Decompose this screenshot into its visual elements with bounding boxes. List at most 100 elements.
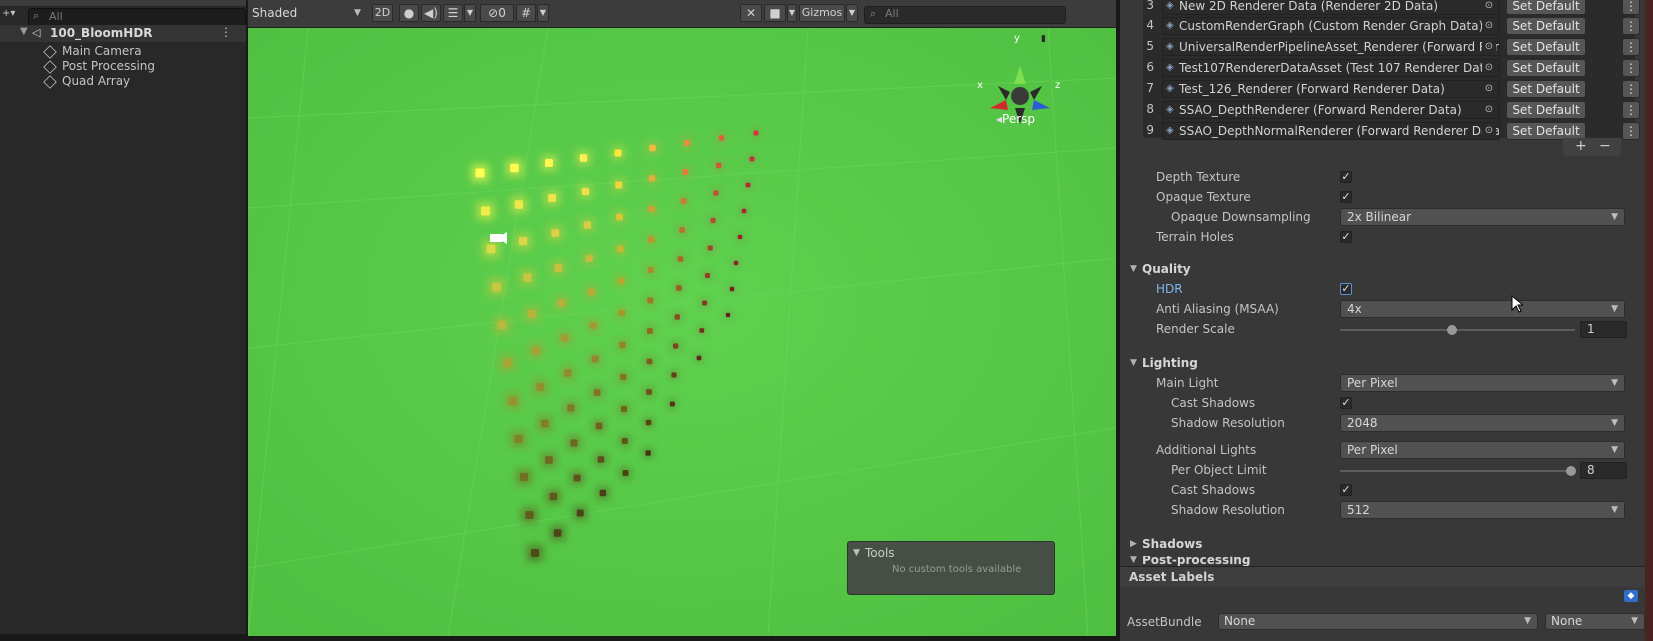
quad (576, 509, 584, 517)
quality-section-header[interactable]: Quality (1142, 262, 1191, 276)
main-cast-shadows-checkbox[interactable]: ✓ (1340, 397, 1352, 409)
renderer-menu-icon[interactable]: ⋮ (1622, 122, 1640, 140)
additional-lights-dropdown[interactable]: Per Pixel ▼ (1340, 441, 1625, 459)
asset-bundle-dropdown[interactable]: None ▼ (1218, 613, 1538, 630)
collapse-arrow-icon[interactable]: ▼ (853, 548, 860, 558)
additional-cast-shadows-checkbox[interactable]: ✓ (1340, 484, 1352, 496)
lighting-section-header[interactable]: Lighting (1142, 356, 1198, 370)
asset-variant-dropdown[interactable]: None ▼ (1545, 613, 1645, 630)
per-object-limit-field[interactable]: 8 (1580, 462, 1627, 479)
renderer-menu-icon[interactable]: ⋮ (1622, 59, 1640, 77)
tools-toggle-icon[interactable]: ✕ (740, 4, 762, 22)
main-light-dropdown[interactable]: Per Pixel ▼ (1340, 374, 1625, 392)
set-default-button[interactable]: Set Default (1506, 38, 1586, 56)
renderer-menu-icon[interactable]: ⋮ (1622, 17, 1640, 35)
scene-viewport[interactable]: y x z ▮ ◂Persp ▼ Tools No custom tools a… (248, 28, 1116, 636)
depth-texture-checkbox[interactable]: ✓ (1340, 171, 1352, 183)
hierarchy-item-label: Main Camera (62, 44, 142, 58)
per-object-limit-slider-knob[interactable] (1566, 466, 1576, 476)
renderer-menu-icon[interactable]: ⋮ (1622, 80, 1640, 98)
renderer-list-item[interactable]: 6 ◈ Test107RendererDataAsset (Test 107 Ren… (1142, 58, 1640, 77)
renderer-object-field[interactable]: ◈ CustomRenderGraph (Custom Render Graph … (1162, 17, 1500, 35)
set-default-button[interactable]: Set Default (1506, 101, 1586, 119)
renderer-list-item[interactable]: 5 ◈ UniversalRenderPipelineAsset_Renderer … (1142, 37, 1640, 56)
grid-dropdown-icon[interactable]: ▼ (537, 4, 549, 22)
object-picker-icon[interactable]: ⊙ (1482, 123, 1496, 139)
renderer-list-item[interactable]: 3 ◈ New 2D Renderer Data (Renderer 2D Data… (1142, 0, 1640, 15)
expand-arrow-icon[interactable]: ▼ (20, 26, 28, 37)
object-picker-icon[interactable]: ⊙ (1482, 81, 1496, 97)
opaque-downsampling-dropdown[interactable]: 2x Bilinear ▼ (1340, 208, 1625, 226)
hierarchy-item-post-processing[interactable]: Post Processing (43, 58, 155, 74)
render-scale-slider[interactable] (1340, 329, 1575, 331)
render-scale-slider-knob[interactable] (1447, 325, 1457, 335)
renderer-object-field[interactable]: ◈ UniversalRenderPipelineAsset_Renderer (… (1162, 38, 1500, 56)
effects-dropdown-icon[interactable]: ▼ (464, 4, 476, 22)
lighting-expand-icon[interactable]: ▼ (1130, 358, 1137, 368)
object-picker-icon[interactable]: ⊙ (1482, 60, 1496, 76)
object-picker-icon[interactable]: ⊙ (1482, 18, 1496, 34)
renderer-object-field[interactable]: ◈ SSAO_DepthNormalRenderer (Forward Rende… (1162, 122, 1500, 140)
renderer-index: 3 (1146, 0, 1154, 12)
renderer-menu-icon[interactable]: ⋮ (1622, 0, 1640, 15)
tools-overlay[interactable]: ▼ Tools No custom tools available (847, 541, 1055, 595)
main-shadow-resolution-dropdown[interactable]: 2048 ▼ (1340, 414, 1625, 432)
per-object-limit-slider[interactable] (1340, 470, 1575, 472)
scene-search-input[interactable]: ⌕ All (864, 6, 1066, 24)
hidden-objects-toggle[interactable]: ⊘0 (480, 4, 514, 22)
object-picker-icon[interactable]: ⊙ (1482, 102, 1496, 118)
renderer-list-item[interactable]: 8 ◈ SSAO_DepthRenderer (Forward Renderer D… (1142, 100, 1640, 119)
lock-icon[interactable]: ▮ (1041, 34, 1046, 44)
draw-mode-dropdown[interactable]: Shaded ▼ (248, 4, 367, 22)
renderer-object-field[interactable]: ◈ New 2D Renderer Data (Renderer 2D Data)… (1162, 0, 1500, 15)
gizmos-button[interactable]: Gizmos (799, 4, 845, 22)
renderer-menu-icon[interactable]: ⋮ (1622, 38, 1640, 56)
renderer-list-item[interactable]: 4 ◈ CustomRenderGraph (Custom Render Graph… (1142, 16, 1640, 35)
add-dropdown-icon[interactable]: +▾ (2, 8, 15, 19)
renderer-object-field[interactable]: ◈ Test107RendererDataAsset (Test 107 Rend… (1162, 59, 1500, 77)
set-default-button[interactable]: Set Default (1506, 0, 1586, 15)
post-processing-expand-icon[interactable]: ▼ (1130, 556, 1137, 565)
toggle-2d-button[interactable]: 2D (372, 4, 393, 22)
audio-toggle-icon[interactable]: ◀) (421, 4, 441, 22)
shadows-section-header[interactable]: Shadows (1142, 537, 1202, 551)
renderer-object-field[interactable]: ◈ Test_126_Renderer (Forward Renderer Dat… (1162, 80, 1500, 98)
tools-empty-message: No custom tools available (892, 564, 1022, 575)
renderer-name: Test107RendererDataAsset (Test 107 Rende… (1179, 61, 1497, 75)
hdr-checkbox[interactable]: ✓ (1340, 283, 1352, 295)
renderer-menu-icon[interactable]: ⋮ (1622, 101, 1640, 119)
set-default-button[interactable]: Set Default (1506, 17, 1586, 35)
quad (648, 175, 656, 182)
shadows-expand-icon[interactable]: ▶ (1130, 539, 1137, 549)
add-renderer-button[interactable]: + (1575, 138, 1587, 154)
renderer-list-item[interactable]: 7 ◈ Test_126_Renderer (Forward Renderer Da… (1142, 79, 1640, 98)
gizmos-dropdown-icon[interactable]: ▼ (846, 4, 858, 22)
terrain-holes-checkbox[interactable]: ✓ (1340, 231, 1352, 243)
hierarchy-search-input[interactable]: ⌕ All (28, 8, 246, 26)
set-default-button[interactable]: Set Default (1506, 80, 1586, 98)
additional-shadow-resolution-dropdown[interactable]: 512 ▼ (1340, 501, 1625, 519)
post-processing-section-header[interactable]: Post-processing (1142, 556, 1250, 566)
scene-menu-icon[interactable]: ⋮ (220, 25, 232, 39)
camera-dropdown-icon[interactable]: ▼ (787, 4, 797, 22)
object-picker-icon[interactable]: ⊙ (1482, 39, 1496, 55)
chevron-down-icon: ▼ (1611, 378, 1618, 388)
renderer-list-item[interactable]: 9 ◈ SSAO_DepthNormalRenderer (Forward Rend… (1142, 121, 1640, 140)
opaque-texture-checkbox[interactable]: ✓ (1340, 191, 1352, 203)
label-tag-icon[interactable]: ◆ (1624, 590, 1638, 602)
hierarchy-scene-row[interactable]: ▼ ◁ 100_BloomHDR ⋮ (0, 25, 246, 42)
renderer-object-field[interactable]: ◈ SSAO_DepthRenderer (Forward Renderer Da… (1162, 101, 1500, 119)
camera-icon[interactable]: ■ (764, 4, 786, 22)
grid-toggle-icon[interactable]: # (516, 4, 536, 22)
remove-renderer-button[interactable]: − (1599, 138, 1611, 154)
anti-aliasing-dropdown[interactable]: 4x ▼ (1340, 300, 1625, 318)
hierarchy-item-quad-array[interactable]: Quad Array (43, 73, 130, 89)
effects-toggle-icon[interactable]: ☰ (443, 4, 463, 22)
hierarchy-item-main-camera[interactable]: Main Camera (43, 43, 142, 59)
object-picker-icon[interactable]: ⊙ (1482, 0, 1496, 14)
projection-toggle[interactable]: ◂Persp (996, 112, 1035, 126)
set-default-button[interactable]: Set Default (1506, 59, 1586, 77)
lighting-toggle-icon[interactable]: ● (399, 4, 419, 22)
render-scale-field[interactable]: 1 (1580, 321, 1627, 338)
quality-expand-icon[interactable]: ▼ (1130, 264, 1137, 274)
